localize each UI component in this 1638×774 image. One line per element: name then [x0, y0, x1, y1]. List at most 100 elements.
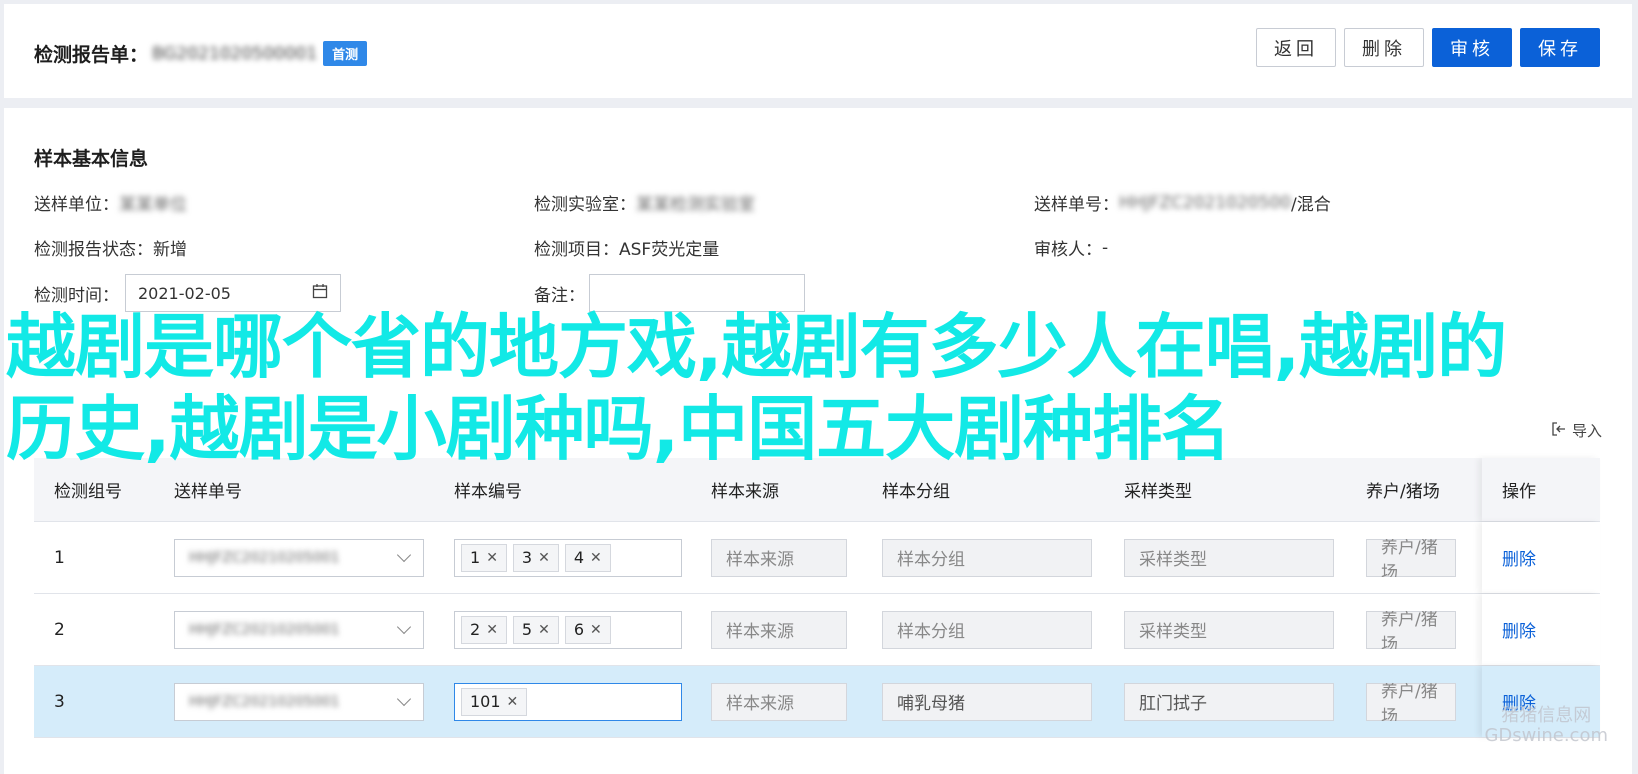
- table-header: 检测组号 送样单号 样本编号 样本来源 样本分组 采样类型 养户/猪场 操作: [34, 458, 1600, 522]
- submit-no-select-value: HHJFZC20210205001: [189, 693, 340, 710]
- sample-tag: 2 ✕: [461, 615, 507, 644]
- row-group-no: 1: [54, 547, 65, 568]
- report-number: BG2021020500001: [152, 43, 318, 64]
- report-title-label: 检测报告单：: [34, 44, 149, 66]
- close-icon[interactable]: ✕: [590, 550, 602, 566]
- sample-tag: 3 ✕: [512, 543, 559, 572]
- submit-unit-value: 某某单位: [119, 195, 187, 215]
- col-group-no: 检测组号: [54, 482, 122, 502]
- reviewer-label: 审核人：: [1034, 240, 1102, 260]
- submit-no-select[interactable]: HHJFZC20210205001: [174, 610, 424, 649]
- remark-label: 备注：: [534, 285, 585, 306]
- lab-field: 检测实验室： 某某检测实验室: [534, 190, 755, 215]
- row-group-no: 3: [54, 691, 65, 712]
- submit-unit-field: 送样单位： 某某单位: [34, 190, 187, 215]
- report-header: 检测报告单： BG2021020500001 首测 返回 删除 审核 保存: [4, 4, 1632, 98]
- lab-value: 某某检测实验室: [636, 195, 755, 215]
- project-label: 检测项目：: [534, 240, 619, 260]
- remark-input[interactable]: [589, 274, 805, 312]
- col-sample-source: 样本来源: [711, 482, 779, 502]
- report-title: 检测报告单： BG2021020500001 首测: [34, 40, 368, 67]
- close-icon[interactable]: ✕: [486, 622, 498, 638]
- sample-group-input[interactable]: 哺乳母猪: [882, 682, 1092, 721]
- sample-tag: 1 ✕: [461, 543, 507, 572]
- close-icon[interactable]: ✕: [538, 622, 550, 638]
- first-test-badge: 首测: [323, 41, 368, 66]
- sample-tag-label: 101: [470, 692, 501, 711]
- section-title: 样本基本信息: [34, 148, 149, 170]
- test-time-value: 2021-02-05: [138, 283, 231, 303]
- sample-source-input[interactable]: 样本来源: [711, 538, 847, 577]
- save-button[interactable]: 保存: [1520, 28, 1600, 67]
- sample-tag: 4 ✕: [564, 543, 611, 572]
- report-status-label: 检测报告状态：: [34, 240, 153, 260]
- sample-source-input[interactable]: 样本来源: [711, 610, 847, 649]
- import-button[interactable]: 导入: [1552, 420, 1602, 441]
- sample-group-input[interactable]: 样本分组: [882, 538, 1092, 577]
- close-icon[interactable]: ✕: [590, 622, 602, 638]
- sample-group-input[interactable]: 样本分组: [882, 610, 1092, 649]
- farm-input[interactable]: 养户/猪场: [1366, 682, 1456, 721]
- reviewer-field: 审核人： -: [1034, 235, 1109, 261]
- report-status-value: 新增: [153, 240, 187, 260]
- reviewer-value: -: [1102, 237, 1109, 258]
- sampling-type-input[interactable]: 肛门拭子: [1124, 682, 1334, 721]
- close-icon[interactable]: ✕: [538, 550, 550, 566]
- review-button[interactable]: 审核: [1432, 28, 1512, 67]
- remark-field: 备注：: [534, 274, 805, 312]
- chevron-down-icon: [396, 691, 412, 707]
- test-time-label: 检测时间：: [34, 285, 119, 306]
- delete-button[interactable]: 删除: [1344, 28, 1424, 67]
- row-group-no: 2: [54, 619, 65, 640]
- sample-tag: 6 ✕: [564, 615, 611, 644]
- submit-no-select-value: HHJFZC20210205001: [189, 621, 340, 638]
- lab-label: 检测实验室：: [534, 195, 636, 215]
- chevron-down-icon: [396, 547, 412, 563]
- sample-info-card: 样本基本信息 送样单位： 某某单位 检测实验室： 某某检测实验室 送样单号： H…: [4, 108, 1632, 774]
- submit-no-field: 送样单号： HHJFZC2021020500 /混合: [1034, 190, 1331, 216]
- sampling-type-input[interactable]: 采样类型: [1124, 538, 1334, 577]
- table-row-selected: 3 HHJFZC20210205001 101 ✕ 样本来源 哺乳母猪 肛门拭子 …: [34, 666, 1600, 738]
- sample-tag-label: 5: [521, 620, 533, 639]
- sample-source-input[interactable]: 样本来源: [711, 682, 847, 721]
- watermark-line1: 猪猪信息网: [1501, 705, 1592, 726]
- chevron-down-icon: [396, 619, 412, 635]
- row-delete-link[interactable]: 删除: [1502, 617, 1536, 642]
- table-row: 1 HHJFZC20210205001 1 ✕ 3 ✕ 4 ✕ 样本来源 样本分组 采…: [34, 522, 1600, 594]
- project-value: ASF荧光定量: [619, 240, 720, 260]
- sample-no-tags[interactable]: 2 ✕ 5 ✕ 6 ✕: [454, 610, 682, 649]
- sample-table: 检测组号 送样单号 样本编号 样本来源 样本分组 采样类型 养户/猪场 操作 1…: [34, 458, 1600, 738]
- sample-tag-label: 1: [470, 548, 481, 567]
- col-sample-no: 样本编号: [454, 482, 522, 502]
- submit-unit-label: 送样单位：: [34, 195, 119, 215]
- col-sample-group: 样本分组: [882, 482, 950, 502]
- submit-no-value: HHJFZC2021020500: [1119, 192, 1292, 213]
- submit-no-select-value: HHJFZC20210205001: [189, 549, 340, 566]
- sample-tag-label: 2: [470, 620, 481, 639]
- close-icon[interactable]: ✕: [486, 550, 498, 566]
- farm-input[interactable]: 养户/猪场: [1366, 610, 1456, 649]
- submit-no-select[interactable]: HHJFZC20210205001: [174, 682, 424, 721]
- calendar-icon[interactable]: [312, 283, 328, 303]
- sample-no-tags[interactable]: 101 ✕: [454, 682, 682, 721]
- sampling-type-input[interactable]: 采样类型: [1124, 610, 1334, 649]
- header-actions: 返回 删除 审核 保存: [1256, 28, 1600, 67]
- sample-tag: 5 ✕: [512, 615, 559, 644]
- sample-tag-label: 4: [573, 548, 585, 567]
- report-status-field: 检测报告状态： 新增: [34, 235, 187, 260]
- sample-tag: 101 ✕: [461, 687, 528, 716]
- farm-input[interactable]: 养户/猪场: [1366, 538, 1456, 577]
- row-delete-link[interactable]: 删除: [1502, 545, 1536, 570]
- project-field: 检测项目： ASF荧光定量: [534, 235, 719, 260]
- sample-tag-label: 3: [521, 548, 533, 567]
- sample-no-tags[interactable]: 1 ✕ 3 ✕ 4 ✕: [454, 538, 682, 577]
- submit-no-select[interactable]: HHJFZC20210205001: [174, 538, 424, 577]
- sample-tag-label: 6: [573, 620, 585, 639]
- col-sampling-type: 采样类型: [1124, 482, 1192, 502]
- test-time-field: 检测时间： 2021-02-05: [34, 274, 341, 312]
- import-icon: [1552, 421, 1566, 440]
- test-time-input[interactable]: 2021-02-05: [125, 274, 341, 312]
- back-button[interactable]: 返回: [1256, 28, 1336, 67]
- close-icon[interactable]: ✕: [507, 694, 519, 710]
- watermark-line2: GDswine.com: [1484, 725, 1608, 746]
